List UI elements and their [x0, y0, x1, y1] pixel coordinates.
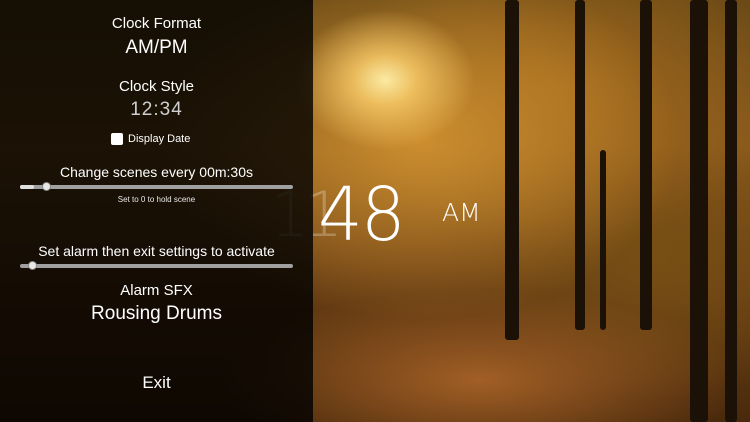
clock-format-toggle[interactable]: AM/PM — [0, 37, 313, 59]
tree-trunk — [640, 0, 652, 330]
clock-style-label: Clock Style — [118, 78, 195, 95]
scene-interval-slider[interactable] — [20, 182, 293, 191]
clock-style-selector[interactable]: 12:34 — [0, 99, 313, 121]
exit-button[interactable]: Exit — [0, 373, 313, 393]
display-date-label: Display Date — [128, 133, 191, 145]
scene-interval-thumb[interactable] — [42, 182, 51, 191]
settings-panel: Clock Format AM/PM Clock Style 12:34 Dis… — [0, 0, 313, 422]
alarm-sfx-selector[interactable]: Rousing Drums — [0, 303, 313, 325]
clock-minutes: 48 — [318, 172, 406, 258]
clock-format-label: Clock Format — [111, 15, 202, 32]
tree-trunk — [725, 0, 737, 422]
display-date-checkbox[interactable] — [111, 133, 123, 145]
tree-trunk — [575, 0, 585, 330]
alarm-label: Set alarm then exit settings to activate — [38, 243, 275, 259]
tree-trunk — [690, 0, 708, 422]
tree-trunk — [600, 150, 606, 330]
scene-interval-label: Change scenes every 00m:30s — [60, 164, 253, 180]
scene-interval-fill — [20, 185, 34, 189]
clock-ampm: AM — [442, 198, 481, 227]
tree-trunk — [505, 0, 519, 340]
alarm-thumb[interactable] — [28, 261, 37, 270]
alarm-slider[interactable] — [20, 261, 293, 270]
alarm-sfx-label: Alarm SFX — [120, 282, 193, 299]
scene-hint: Set to 0 to hold scene — [117, 195, 196, 204]
display-date-option[interactable]: Display Date — [111, 133, 190, 145]
